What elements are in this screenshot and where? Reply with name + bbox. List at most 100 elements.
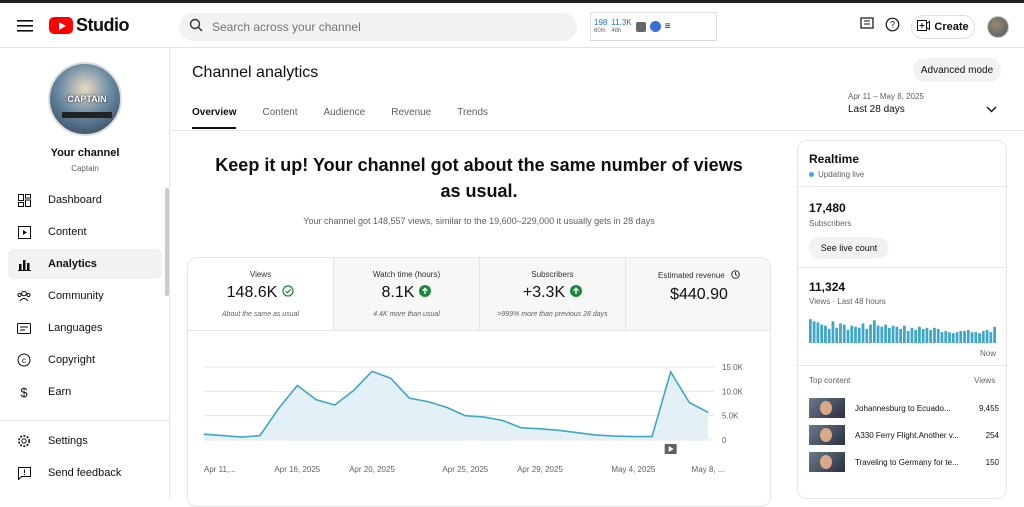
video-title: Johannesburg to Ecuado...	[855, 403, 951, 413]
tab-trends[interactable]: Trends	[457, 107, 488, 129]
channel-avatar[interactable]: CAPTAIN	[48, 62, 122, 136]
data-point	[502, 419, 504, 422]
realtime-divider	[798, 365, 1006, 366]
sidebar-item-dashboard[interactable]: Dashboard	[8, 185, 162, 215]
menu-icon[interactable]	[14, 15, 36, 37]
y-tick-label: 5.0K	[722, 412, 739, 421]
metric-revenue[interactable]: Estimated revenue $440.90	[626, 258, 770, 330]
metric-views[interactable]: Views 148.6K About the same as usual	[188, 258, 334, 330]
sidebar-item-languages[interactable]: Languages	[8, 313, 162, 343]
realtime-bar	[869, 324, 872, 343]
metric-subscribers[interactable]: Subscribers +3.3K >999% more than previo…	[480, 258, 626, 330]
tab-overview[interactable]: Overview	[192, 107, 237, 129]
sidebar: CAPTAIN Your channel Captain Dashboard C…	[0, 48, 170, 499]
top-content-row[interactable]: Johannesburg to Ecuado... 9,455	[809, 398, 999, 418]
list-icon[interactable]: ≡	[665, 21, 671, 32]
search-bar[interactable]	[179, 13, 577, 41]
metric-value: 148.6K	[226, 284, 278, 301]
sidebar-item-label: Send feedback	[48, 467, 122, 479]
sidebar-scrollbar[interactable]	[165, 188, 169, 296]
views-48h-label: Views · Last 48 hours	[809, 297, 886, 306]
realtime-bar	[963, 331, 966, 343]
page-title: Channel analytics	[192, 64, 319, 81]
metric-watch-time[interactable]: Watch time (hours) 8.1K 4.4K more than u…	[334, 258, 480, 330]
help-icon[interactable]: ?	[885, 17, 900, 37]
x-tick-label: May 8, ...	[692, 465, 725, 474]
data-point	[446, 406, 448, 408]
arrow-up-icon	[419, 284, 432, 302]
metric-label: Estimated revenue	[658, 271, 725, 280]
realtime-bar	[974, 332, 978, 343]
x-tick-label: May 4, 2025	[611, 465, 656, 474]
y-tick-label: 15.0K	[722, 363, 744, 372]
search-input[interactable]	[212, 20, 552, 34]
create-button[interactable]: Create	[911, 15, 975, 39]
languages-icon	[17, 321, 31, 335]
realtime-bar	[978, 333, 981, 343]
sidebar-item-label: Content	[48, 226, 87, 238]
realtime-bar	[955, 332, 959, 343]
svg-text:c: c	[22, 356, 26, 365]
sidebar-item-label: Settings	[48, 435, 88, 447]
realtime-bar	[895, 326, 899, 343]
video-thumbnail	[809, 398, 845, 418]
data-point	[576, 432, 578, 434]
video-views: 254	[985, 430, 999, 440]
top-content-row[interactable]: Traveling to Germany for te... 150	[809, 452, 999, 472]
chart-icon	[635, 21, 646, 32]
chevron-down-icon	[986, 100, 997, 118]
realtime-bar	[820, 324, 824, 343]
community-icon	[17, 289, 31, 303]
views-chart[interactable]: 15.0K 10.0K 5.0K 0 Apr 11,... Apr 16, 2025 Apr…	[188, 331, 771, 507]
realtime-bar	[993, 326, 996, 343]
extension-widget[interactable]: 198 60m 11.3K 48h ≡	[590, 12, 717, 41]
subscriber-count: 17,480	[809, 201, 846, 215]
realtime-bar	[948, 332, 951, 343]
top-content-views-header: Views	[974, 376, 996, 385]
live-dot-icon	[809, 172, 814, 177]
sidebar-item-earn[interactable]: $ Earn	[8, 377, 162, 407]
data-point	[371, 370, 373, 372]
sidebar-item-analytics[interactable]: Analytics	[8, 249, 162, 279]
metric-value: $440.90	[670, 286, 728, 303]
video-thumbnail	[809, 452, 845, 472]
arrow-up-icon	[570, 284, 583, 302]
realtime-bar	[865, 328, 869, 343]
realtime-bar	[861, 323, 865, 343]
insight-headline: Keep it up! Your channel got about the s…	[215, 155, 743, 201]
data-point	[483, 416, 485, 418]
realtime-bar	[985, 330, 989, 343]
data-point	[632, 436, 634, 438]
tab-content[interactable]: Content	[262, 107, 297, 129]
top-content-row[interactable]: A330 Ferry Flight.Another v... 254	[809, 425, 999, 445]
realtime-bar	[906, 331, 910, 343]
metric-label: Subscribers	[531, 270, 574, 279]
realtime-bar-chart[interactable]	[809, 317, 997, 343]
data-point	[203, 433, 205, 435]
tab-audience[interactable]: Audience	[324, 107, 366, 129]
x-tick-label: Apr 29, 2025	[517, 465, 563, 474]
check-circle-icon	[282, 284, 294, 302]
studio-logo[interactable]: Studio	[49, 15, 130, 36]
extension-icon[interactable]	[649, 21, 661, 32]
feedback-icon[interactable]	[860, 17, 874, 36]
ext-48h: 11.3K 48h	[611, 17, 632, 34]
youtube-play-icon	[49, 17, 73, 34]
tab-revenue[interactable]: Revenue	[391, 107, 431, 129]
account-avatar[interactable]	[987, 16, 1009, 38]
sidebar-item-copyright[interactable]: c Copyright	[8, 345, 162, 375]
sidebar-item-content[interactable]: Content	[8, 217, 162, 247]
advanced-mode-button[interactable]: Advanced mode	[913, 58, 1001, 82]
realtime-bar	[880, 326, 884, 343]
date-range-picker[interactable]: Apr 11 – May 8, 2025 Last 28 days	[848, 92, 1008, 115]
realtime-bar	[989, 332, 993, 343]
sidebar-item-settings[interactable]: Settings	[8, 426, 162, 456]
see-live-count-button[interactable]: See live count	[809, 237, 889, 259]
metric-value: 8.1K	[381, 284, 415, 301]
sidebar-item-feedback[interactable]: Send feedback	[8, 458, 162, 488]
data-point	[408, 397, 410, 399]
date-label: Last 28 days	[848, 104, 905, 115]
sidebar-item-label: Analytics	[48, 258, 97, 270]
sidebar-item-community[interactable]: Community	[8, 281, 162, 311]
content-icon	[17, 225, 31, 239]
